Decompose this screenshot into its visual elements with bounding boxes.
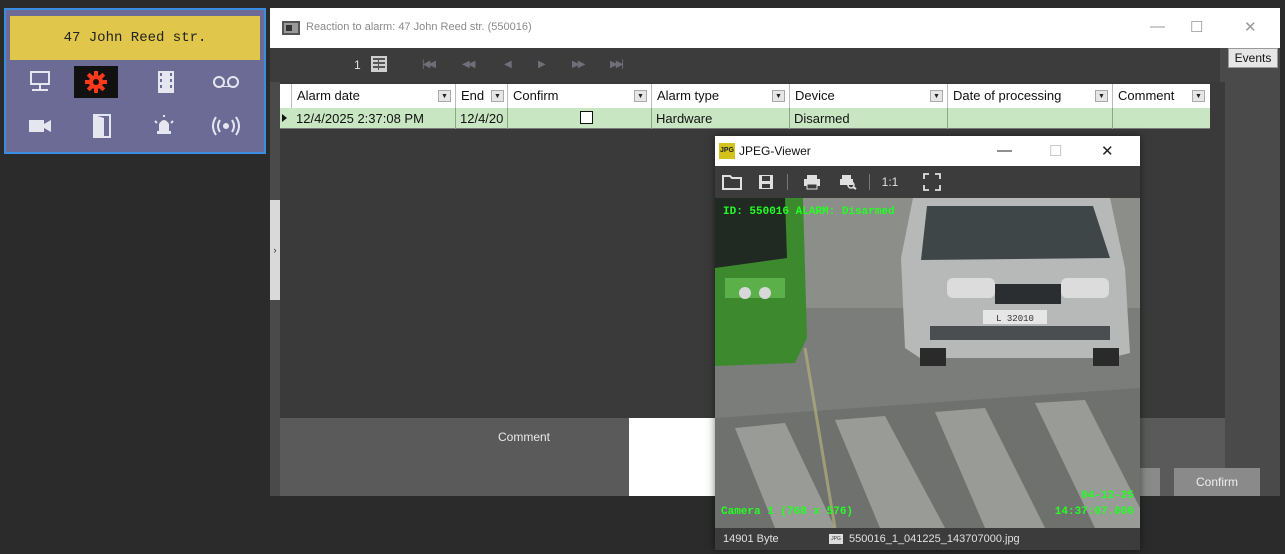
minimize-button[interactable]: —	[1150, 18, 1165, 35]
column-confirm[interactable]: Confirm ▼	[508, 84, 652, 108]
film-icon[interactable]	[144, 66, 188, 98]
confirm-checkbox[interactable]	[580, 111, 593, 124]
filter-dropdown-icon[interactable]: ▼	[930, 90, 943, 102]
viewer-close-button[interactable]: ✕	[1101, 142, 1114, 160]
filter-dropdown-icon[interactable]: ▼	[1095, 90, 1108, 102]
column-comment[interactable]: Comment ▼	[1113, 84, 1210, 108]
nav-next-page-button[interactable]: ▶▶	[572, 59, 585, 70]
cell-end[interactable]: 12/4/20	[456, 108, 508, 129]
fullscreen-icon[interactable]	[921, 172, 943, 192]
header-indicator	[280, 84, 292, 108]
jpeg-app-icon: JPG	[719, 143, 735, 159]
events-button[interactable]: Events	[1228, 48, 1278, 68]
collapse-panel-handle[interactable]: ›	[270, 200, 280, 300]
viewer-minimize-button[interactable]: —	[997, 142, 1012, 159]
window-titlebar[interactable]: Reaction to alarm: 47 John Reed str. (55…	[270, 8, 1280, 48]
cell-alarm-type[interactable]: Hardware	[652, 108, 790, 129]
comment-input[interactable]	[629, 418, 719, 496]
toolbar-separator	[869, 174, 870, 190]
open-icon[interactable]	[721, 172, 743, 192]
alarm-bell-icon[interactable]	[142, 110, 186, 142]
maximize-button[interactable]: ☐	[1190, 18, 1203, 36]
filter-dropdown-icon[interactable]: ▼	[491, 90, 504, 102]
nav-prev-page-button[interactable]: ◀◀	[462, 59, 475, 70]
overlay-alarm-id: ID: 550016 ALARM: Disarmed	[723, 206, 895, 218]
toolbar-separator	[787, 174, 788, 190]
cell-device[interactable]: Disarmed	[790, 108, 948, 129]
viewer-statusbar: 14901 Byte JPG 550016_1_041225_143707000…	[715, 528, 1140, 550]
file-size: 14901 Byte	[723, 533, 779, 545]
grid-view-icon[interactable]	[370, 55, 388, 76]
nav-first-button[interactable]: |◀◀	[422, 59, 436, 70]
viewer-title: JPEG-Viewer	[739, 144, 811, 158]
print-icon[interactable]	[801, 172, 823, 192]
nav-last-button[interactable]: ▶▶|	[610, 59, 624, 70]
viewer-titlebar[interactable]: JPG JPEG-Viewer — ☐ ✕	[715, 136, 1140, 166]
voicemail-icon[interactable]	[204, 66, 248, 98]
table-row[interactable]: 12/4/2025 2:37:08 PM 12/4/20 Hardware Di…	[280, 108, 1210, 129]
jpeg-viewer-window: JPG JPEG-Viewer — ☐ ✕ 1:1 L 32010 ID: 55…	[715, 136, 1140, 550]
filter-dropdown-icon[interactable]: ▼	[634, 90, 647, 102]
page-number: 1	[354, 58, 361, 72]
license-plate: L 32010	[996, 314, 1034, 324]
nav-prev-button[interactable]: ◀	[504, 59, 512, 70]
save-icon[interactable]	[755, 172, 777, 192]
record-navigator: 1 |◀◀ ◀◀ ◀ ▶ ▶▶ ▶▶|	[270, 48, 1220, 82]
filter-dropdown-icon[interactable]: ▼	[772, 90, 785, 102]
app-icon	[282, 21, 300, 35]
network-icon[interactable]	[18, 66, 62, 98]
confirm-button[interactable]: Confirm	[1174, 468, 1260, 496]
alarm-snapshot-image[interactable]: L 32010 ID: 550016 ALARM: Disarmed Camer…	[715, 198, 1140, 528]
nav-next-button[interactable]: ▶	[538, 59, 546, 70]
column-date-of-processing[interactable]: Date of processing ▼	[948, 84, 1113, 108]
overlay-camera: Camera 1 (768 x 576)	[721, 506, 854, 518]
column-alarm-date[interactable]: Alarm date ▼	[292, 84, 456, 108]
sensor-icon[interactable]	[204, 110, 248, 142]
viewer-toolbar: 1:1	[715, 166, 1140, 198]
object-title[interactable]: 47 John Reed str.	[10, 16, 260, 60]
current-row-indicator-icon	[282, 114, 287, 122]
cell-confirm[interactable]	[508, 108, 652, 129]
viewer-maximize-button[interactable]: ☐	[1049, 142, 1062, 160]
comment-label: Comment	[498, 430, 551, 444]
cell-alarm-date[interactable]: 12/4/2025 2:37:08 PM	[292, 108, 456, 129]
jpeg-file-icon: JPG	[829, 534, 843, 544]
camera-icon[interactable]	[18, 110, 62, 142]
file-name: 550016_1_041225_143707000.jpg	[849, 533, 1020, 545]
cell-comment[interactable]	[1113, 108, 1210, 129]
overlay-date: 04-12-25	[1081, 490, 1134, 502]
column-alarm-type[interactable]: Alarm type ▼	[652, 84, 790, 108]
column-device[interactable]: Device ▼	[790, 84, 948, 108]
cell-date-of-processing[interactable]	[948, 108, 1113, 129]
window-title: Reaction to alarm: 47 John Reed str. (55…	[306, 21, 532, 33]
column-end[interactable]: End ▼	[456, 84, 508, 108]
filter-dropdown-icon[interactable]: ▼	[1192, 90, 1205, 102]
actual-size-icon[interactable]: 1:1	[879, 172, 901, 192]
overlay-time: 14:37:07.000	[1054, 506, 1134, 518]
filter-dropdown-icon[interactable]: ▼	[438, 90, 451, 102]
settings-icon[interactable]	[74, 66, 118, 98]
print-preview-icon[interactable]	[837, 172, 859, 192]
door-icon[interactable]	[80, 110, 124, 142]
close-button[interactable]: ✕	[1244, 18, 1257, 36]
object-panel: 47 John Reed str.	[4, 8, 266, 154]
grid-header: Alarm date ▼ End ▼ Confirm ▼ Alarm type …	[280, 84, 1210, 108]
